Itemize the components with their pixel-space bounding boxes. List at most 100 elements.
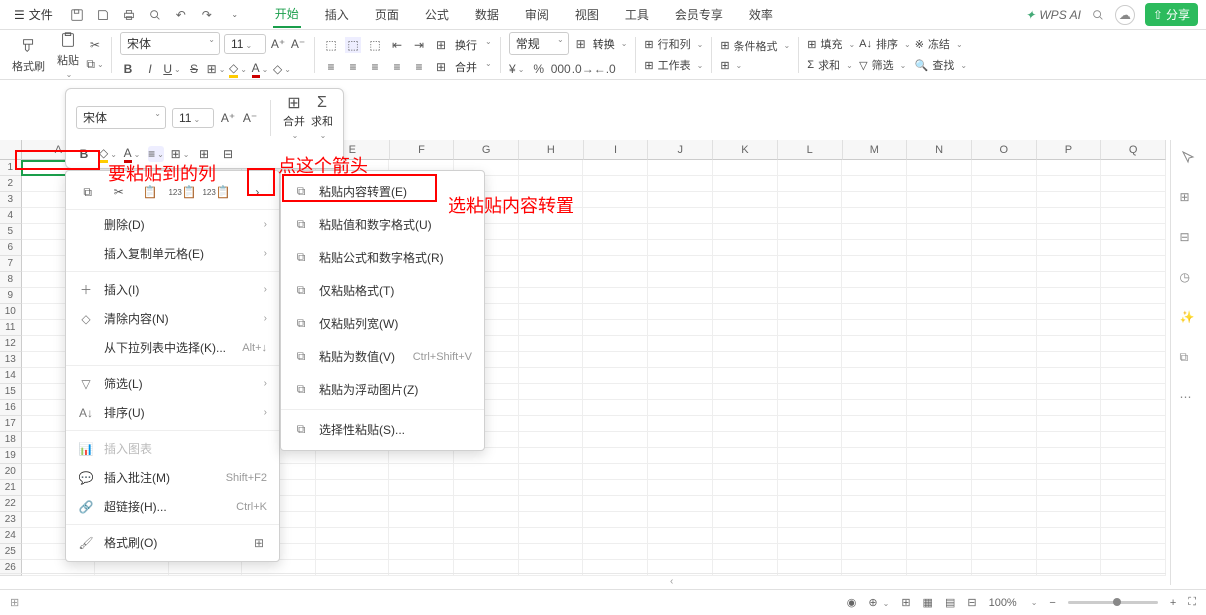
zoom-slider[interactable]	[1068, 601, 1158, 604]
number-format-select[interactable]: 常规⌄	[509, 32, 569, 55]
fill-color-icon[interactable]: ◇⌄	[230, 61, 246, 77]
cell[interactable]	[713, 336, 778, 352]
search-icon[interactable]	[1091, 8, 1105, 22]
column-header[interactable]: Q	[1101, 140, 1166, 160]
cell[interactable]	[1037, 336, 1102, 352]
cell[interactable]	[972, 240, 1037, 256]
zoom-label[interactable]: 100%	[989, 597, 1017, 609]
cell[interactable]	[842, 448, 907, 464]
cell[interactable]	[1101, 160, 1166, 176]
cell[interactable]	[648, 272, 713, 288]
cell[interactable]	[648, 528, 713, 544]
cell[interactable]	[519, 384, 584, 400]
cell[interactable]	[907, 224, 972, 240]
border-icon[interactable]: ⊞⌄	[208, 61, 224, 77]
cell[interactable]	[583, 304, 648, 320]
cell[interactable]	[1101, 272, 1166, 288]
distribute-icon[interactable]: ≡	[411, 59, 427, 75]
cut-icon[interactable]: ✂	[87, 37, 103, 53]
cell[interactable]	[648, 208, 713, 224]
format-painter-button[interactable]: 格式刷	[8, 34, 49, 76]
cell[interactable]	[778, 432, 843, 448]
column-header[interactable]: O	[972, 140, 1037, 160]
cell[interactable]	[907, 544, 972, 560]
cell[interactable]	[519, 288, 584, 304]
ctx-copy-icon[interactable]: ⧉	[76, 181, 99, 203]
cell[interactable]	[583, 320, 648, 336]
side-cursor-icon[interactable]	[1180, 150, 1198, 168]
cell[interactable]	[842, 304, 907, 320]
row-header[interactable]: 17	[0, 416, 22, 432]
cell[interactable]	[907, 240, 972, 256]
cell[interactable]	[1101, 224, 1166, 240]
context-menu-item[interactable]: ＋插入(I)›	[66, 275, 279, 304]
cell[interactable]	[648, 352, 713, 368]
cell[interactable]	[778, 160, 843, 176]
cell[interactable]	[454, 544, 519, 560]
cell[interactable]	[519, 240, 584, 256]
cell[interactable]	[842, 432, 907, 448]
cell[interactable]	[972, 400, 1037, 416]
save-icon[interactable]	[69, 7, 85, 23]
cell[interactable]	[1037, 368, 1102, 384]
column-header[interactable]: G	[454, 140, 519, 160]
select-all-corner[interactable]	[0, 140, 22, 160]
cell[interactable]	[648, 496, 713, 512]
mini-clear-icon[interactable]: ⊟	[220, 146, 236, 162]
cell[interactable]	[713, 320, 778, 336]
row-header[interactable]: 25	[0, 544, 22, 560]
cell[interactable]	[842, 240, 907, 256]
cell[interactable]	[648, 304, 713, 320]
cell[interactable]	[648, 288, 713, 304]
cell[interactable]	[583, 160, 648, 176]
percent-icon[interactable]: %	[531, 61, 547, 77]
cell[interactable]	[1037, 496, 1102, 512]
italic-icon[interactable]: I	[142, 61, 158, 77]
cell[interactable]	[713, 448, 778, 464]
cell[interactable]	[519, 256, 584, 272]
paste-submenu-item[interactable]: ⧉选择性粘贴(S)...	[281, 413, 484, 446]
cell[interactable]	[583, 464, 648, 480]
side-more-icon[interactable]: ⋯	[1180, 390, 1198, 408]
cell[interactable]	[1101, 352, 1166, 368]
find-button[interactable]: 🔍 查找 ⌄	[915, 57, 967, 73]
cell[interactable]	[1037, 304, 1102, 320]
cell[interactable]	[842, 464, 907, 480]
paste-submenu-item[interactable]: ⧉粘贴为浮动图片(Z)	[281, 373, 484, 406]
export-icon[interactable]	[95, 7, 111, 23]
sb-view1-icon[interactable]: ⊞	[901, 596, 910, 609]
cell[interactable]	[842, 224, 907, 240]
row-header[interactable]: 2	[0, 176, 22, 192]
merge-icon[interactable]: ⊞	[433, 59, 449, 75]
column-header[interactable]: J	[648, 140, 713, 160]
align-middle-icon[interactable]: ⬚	[345, 37, 361, 53]
increase-decimal-icon[interactable]: .0→	[575, 61, 591, 77]
cell[interactable]	[1037, 448, 1102, 464]
cell[interactable]	[713, 240, 778, 256]
cell[interactable]	[778, 384, 843, 400]
font-name-select[interactable]: 宋体⌄	[120, 32, 220, 55]
cell[interactable]	[972, 192, 1037, 208]
cell[interactable]	[519, 416, 584, 432]
cell[interactable]	[842, 416, 907, 432]
cell[interactable]	[842, 496, 907, 512]
tab-page[interactable]: 页面	[373, 2, 401, 27]
side-settings-icon[interactable]: ⊞	[1180, 190, 1198, 208]
cell[interactable]	[519, 496, 584, 512]
cell[interactable]	[1101, 432, 1166, 448]
cell[interactable]	[842, 272, 907, 288]
redo-icon[interactable]: ↷	[199, 7, 215, 23]
cell[interactable]	[583, 288, 648, 304]
cell[interactable]	[1101, 192, 1166, 208]
align-center-icon[interactable]: ≡	[345, 59, 361, 75]
cell[interactable]	[778, 224, 843, 240]
cell[interactable]	[648, 336, 713, 352]
cell[interactable]	[778, 448, 843, 464]
cell[interactable]	[389, 464, 454, 480]
row-col-button[interactable]: ⊞ 行和列 ⌄	[644, 36, 703, 52]
cell[interactable]	[519, 192, 584, 208]
cell[interactable]	[648, 368, 713, 384]
cell[interactable]	[972, 432, 1037, 448]
cell[interactable]	[907, 416, 972, 432]
mini-decrease-font-icon[interactable]: A⁻	[242, 110, 258, 126]
